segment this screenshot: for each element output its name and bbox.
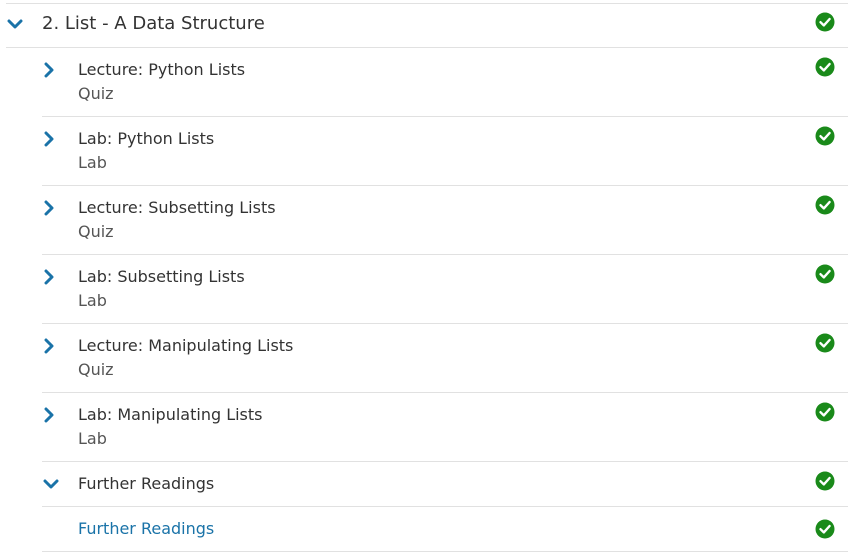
- lesson-title[interactable]: Lab: Subsetting Lists: [78, 267, 245, 287]
- divider: [42, 254, 848, 255]
- further-readings-title[interactable]: Further Readings: [78, 474, 214, 494]
- lesson-type: Lab: [78, 291, 107, 310]
- completed-check-icon: [815, 471, 835, 491]
- divider: [42, 392, 848, 393]
- lesson-type: Lab: [78, 429, 107, 448]
- chevron-right-icon[interactable]: [40, 199, 58, 217]
- divider: [6, 3, 848, 4]
- lesson-title[interactable]: Lecture: Python Lists: [78, 60, 245, 80]
- lesson-type: Quiz: [78, 84, 114, 103]
- completed-check-icon: [815, 12, 835, 32]
- chevron-down-icon[interactable]: [6, 15, 24, 33]
- chevron-right-icon[interactable]: [40, 61, 58, 79]
- completed-check-icon: [815, 195, 835, 215]
- further-readings-link[interactable]: Further Readings: [78, 519, 214, 539]
- completed-check-icon: [815, 126, 835, 146]
- lesson-title[interactable]: Lab: Manipulating Lists: [78, 405, 263, 425]
- lesson-type: Lab: [78, 153, 107, 172]
- divider: [42, 323, 848, 324]
- completed-check-icon: [815, 264, 835, 284]
- lesson-title[interactable]: Lecture: Manipulating Lists: [78, 336, 293, 356]
- lesson-type: Quiz: [78, 360, 114, 379]
- completed-check-icon: [815, 402, 835, 422]
- chevron-right-icon[interactable]: [40, 268, 58, 286]
- divider: [42, 116, 848, 117]
- divider: [42, 506, 848, 507]
- chevron-right-icon[interactable]: [40, 130, 58, 148]
- lesson-title[interactable]: Lab: Python Lists: [78, 129, 214, 149]
- divider: [42, 551, 848, 552]
- chevron-right-icon[interactable]: [40, 337, 58, 355]
- divider: [6, 47, 848, 48]
- divider: [42, 461, 848, 462]
- chevron-right-icon[interactable]: [40, 406, 58, 424]
- lesson-title[interactable]: Lecture: Subsetting Lists: [78, 198, 276, 218]
- divider: [42, 185, 848, 186]
- completed-check-icon: [815, 57, 835, 77]
- completed-check-icon: [815, 333, 835, 353]
- course-outline: 2. List - A Data Structure Lecture: Pyth…: [0, 0, 848, 557]
- chevron-down-icon[interactable]: [42, 475, 60, 493]
- completed-check-icon: [815, 519, 835, 539]
- section-title[interactable]: 2. List - A Data Structure: [42, 13, 265, 35]
- lesson-type: Quiz: [78, 222, 114, 241]
